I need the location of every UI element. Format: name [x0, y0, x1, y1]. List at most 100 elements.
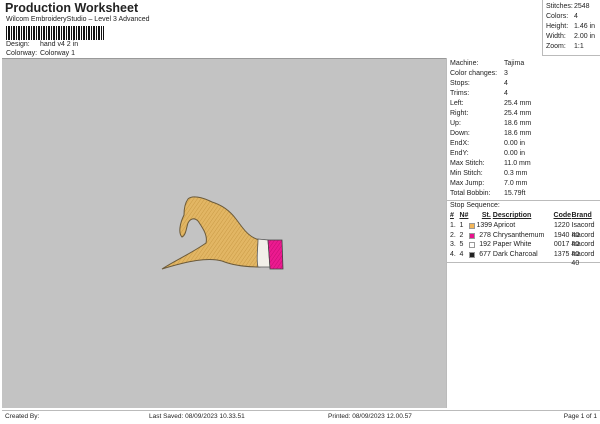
stat-value: 4 [574, 13, 578, 20]
detail-value: 4 [504, 80, 508, 87]
stop-row: 3. 5 192 Paper White 0017 Isacord 40 [450, 240, 600, 258]
stats-box: Stitches: 2548 Colors: 4 Height: 1.46 in Width… [542, 0, 600, 56]
detail-value: Tajima [504, 60, 525, 67]
detail-value: 7.0 mm [504, 180, 528, 187]
stat-label: Zoom: [546, 43, 566, 50]
barcode [6, 26, 104, 40]
needle-number: 2 [459, 231, 464, 239]
design-label: Design: [6, 41, 30, 48]
embroidery-hand-image [161, 196, 284, 270]
detail-row: EndY: 0.00 in [450, 149, 600, 159]
detail-value: 15.79ft [504, 190, 526, 197]
stitch-count: 1399 [476, 222, 493, 229]
detail-label: Up: [450, 120, 461, 127]
colorway-row: Colorway: Colorway 1 [6, 50, 75, 57]
detail-row: Trims: 4 [450, 89, 600, 99]
color-swatch [469, 242, 476, 248]
detail-label: Right: [450, 110, 469, 117]
thread-brand: Isacord 40 [571, 250, 595, 268]
detail-value: 11.0 mm [504, 160, 531, 167]
needle-number: 4 [459, 250, 464, 258]
created-by: Created By: [5, 413, 40, 420]
detail-label: Down: [450, 130, 470, 137]
detail-value: 18.6 mm [504, 130, 532, 137]
thread-brand: Isacord 40 [571, 222, 595, 239]
col-code: Code [553, 212, 572, 219]
stat-row: Width: 2.00 in [546, 32, 600, 42]
stitch-count: 677 [479, 250, 491, 258]
stop-index: 3. [450, 241, 456, 248]
detail-value: 3 [504, 70, 508, 77]
thread-brand: Isacord 40 [571, 231, 595, 249]
detail-value: 18.6 mm [504, 120, 532, 127]
stat-label: Colors: [546, 13, 569, 20]
detail-label: Left: [450, 100, 464, 107]
stat-row: Zoom: 1:1 [546, 42, 600, 52]
detail-row: Min Stitch: 0.3 mm [450, 169, 600, 179]
color-description: Apricot [493, 222, 516, 229]
detail-value: 25.4 mm [504, 100, 532, 107]
detail-label: EndY: [450, 150, 469, 157]
detail-label: Max Stitch: [450, 160, 485, 167]
color-code: 1375 [553, 250, 570, 258]
detail-label: Color changes: [450, 70, 498, 77]
detail-value: 0.00 in [504, 150, 526, 157]
software-name: Wilcom EmbroideryStudio – Level 3 Advanc… [6, 16, 150, 23]
stat-value: 1.46 in [574, 23, 596, 30]
stitch-count: 192 [479, 241, 491, 248]
detail-row: EndX: 0.00 in [450, 139, 600, 149]
printed-date: Printed: 08/09/2023 12.00.57 [328, 413, 412, 420]
stat-label: Height: [546, 23, 569, 30]
last-saved: Last Saved: 08/09/2023 10.33.51 [149, 413, 245, 420]
detail-label: Total Bobbin: [450, 190, 491, 197]
detail-row: Machine: Tajima [450, 59, 600, 69]
detail-value: 0.3 mm [504, 170, 528, 177]
color-code: 1940 [553, 231, 570, 239]
design-value: hand v4 2 in [39, 41, 79, 48]
stop-row: 1. 1 1399 Apricot 1220 Isacord 40 [450, 221, 600, 239]
needle-number: 5 [459, 241, 464, 248]
needle-number: 1 [459, 222, 464, 229]
color-swatch [468, 223, 475, 229]
stop-table-header: # N# St. Description Code Brand [450, 211, 600, 221]
detail-value: 4 [504, 90, 508, 97]
worksheet-header: Production Worksheet Wilcom EmbroiderySt… [2, 0, 542, 58]
details-panel: Machine: Tajima Color changes: 3 Stops: 4 Trim… [446, 58, 600, 408]
detail-label: Min Stitch: [450, 170, 483, 177]
detail-label: Trims: [450, 90, 470, 97]
thread-brand: Isacord 40 [571, 241, 595, 258]
stop-index: 2. [450, 231, 456, 239]
page-number: Page 1 of 1 [563, 413, 597, 420]
detail-row: Max Jump: 7.0 mm [450, 179, 600, 189]
col-num: # [450, 212, 454, 219]
col-needle: N# [459, 212, 469, 219]
detail-value: 25.4 mm [504, 110, 532, 117]
stop-index: 4. [450, 250, 456, 258]
stat-value: 2548 [574, 3, 590, 10]
color-description: Dark Charcoal [492, 250, 538, 258]
detail-row: Max Stitch: 11.0 mm [450, 159, 600, 169]
color-swatch [469, 251, 476, 258]
stat-value: 1:1 [574, 43, 584, 50]
design-row: Design: hand v4 2 in [6, 41, 78, 48]
detail-label: Machine: [450, 60, 479, 67]
stat-label: Stitches: [546, 3, 573, 10]
colorway-value: Colorway 1 [39, 50, 75, 57]
footer: Created By: Last Saved: 08/09/2023 10.33… [2, 410, 600, 424]
detail-row: Color changes: 3 [450, 69, 600, 79]
detail-label: Stops: [450, 80, 470, 87]
stat-row: Height: 1.46 in [546, 22, 600, 32]
color-description: Chrysanthemum [492, 231, 545, 239]
col-brand: Brand [571, 212, 592, 219]
stitch-count: 278 [479, 231, 491, 239]
detail-value: 0.00 in [504, 140, 526, 147]
design-preview [2, 58, 446, 408]
stop-index: 1. [450, 222, 456, 229]
detail-row: Left: 25.4 mm [450, 99, 600, 109]
color-code: 0017 [553, 241, 570, 248]
stop-row: 2. 2 278 Chrysanthemum 1940 Isacord 40 [450, 231, 600, 249]
page-title: Production Worksheet [5, 1, 139, 15]
stop-row: 4. 4 677 Dark Charcoal 1375 Isacord 40 [450, 250, 600, 268]
detail-row: Right: 25.4 mm [450, 109, 600, 119]
detail-label: Max Jump: [450, 180, 485, 187]
